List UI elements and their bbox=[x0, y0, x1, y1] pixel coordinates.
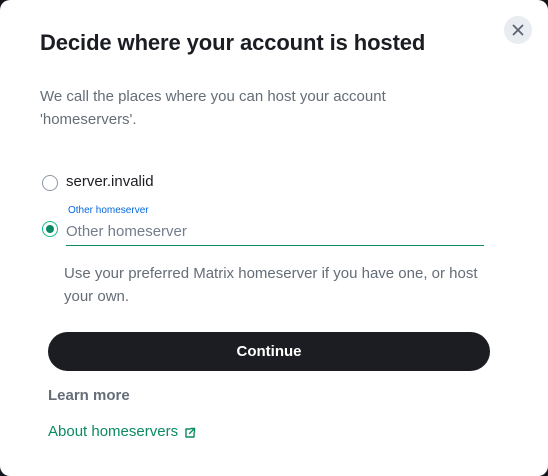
radio-other-homeserver[interactable] bbox=[42, 221, 58, 237]
radio-server-invalid[interactable] bbox=[42, 175, 58, 191]
close-icon bbox=[512, 24, 524, 36]
external-link-icon bbox=[184, 427, 196, 439]
radio-label-server-invalid[interactable]: server.invalid bbox=[66, 173, 154, 190]
homeserver-helper-text: Use your preferred Matrix homeserver if … bbox=[64, 265, 478, 305]
learn-more-heading: Learn more bbox=[48, 387, 130, 404]
about-homeservers-label: About homeservers bbox=[48, 423, 179, 440]
about-homeservers-link[interactable]: About homeservers bbox=[48, 423, 196, 440]
dialog-title: Decide where your account is hosted bbox=[40, 30, 426, 55]
close-button[interactable] bbox=[504, 16, 532, 44]
continue-button[interactable]: Continue bbox=[48, 332, 490, 371]
other-homeserver-field-label: Other homeserver bbox=[68, 205, 149, 216]
server-picker-dialog: Decide where your account is hosted We c… bbox=[0, 0, 548, 476]
other-homeserver-input[interactable] bbox=[66, 217, 484, 246]
dialog-description: We call the places where you can host yo… bbox=[40, 88, 386, 128]
